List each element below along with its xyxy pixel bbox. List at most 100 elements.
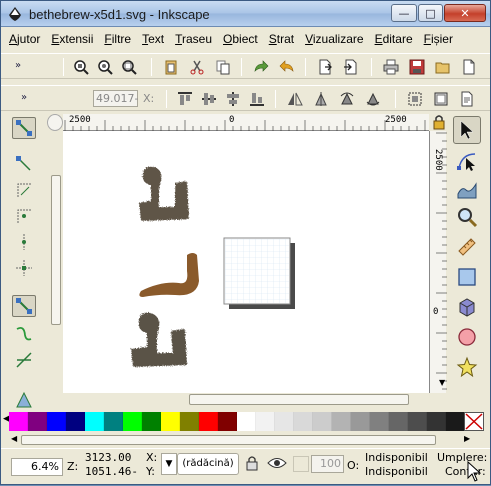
menu-ajutor[interactable]: Ajutor [9,32,40,46]
color-swatch[interactable] [237,412,256,431]
color-swatch[interactable] [218,412,237,431]
menu-filtre[interactable]: Filtre [104,32,131,46]
horizontal-scrollbar[interactable] [63,393,429,407]
print-icon[interactable] [381,57,401,77]
layer-dropdown-button[interactable]: ▼ [161,453,177,475]
color-swatch[interactable] [66,412,85,431]
color-swatch[interactable] [142,412,161,431]
color-swatch[interactable] [389,412,408,431]
color-swatch[interactable] [351,412,370,431]
star-tool-icon[interactable] [453,353,481,381]
horizontal-ruler[interactable]: 2500 0 2500 [63,114,429,131]
left-vertical-scrollbar[interactable] [49,131,63,393]
color-swatch[interactable] [294,412,313,431]
export-icon[interactable] [315,57,335,77]
layer-visibility-icon[interactable] [267,456,287,473]
palette-scrollbar[interactable]: ◀ ▶ [9,434,484,446]
snap-path-icon[interactable] [12,323,36,345]
menu-text[interactable]: Text [142,32,164,46]
selector-arrow-icon[interactable] [453,116,481,144]
minimize-button[interactable]: — [391,4,417,22]
copy-icon[interactable] [213,57,233,77]
zoom-field[interactable]: 6.4% [11,458,63,476]
zoom-selection-icon[interactable] [71,57,91,77]
menu-vizualizare[interactable]: Vizualizare [305,32,364,46]
scroll-down-icon[interactable]: ▼ [439,378,445,387]
tweak-tool-icon[interactable] [453,175,481,203]
scrollbar-thumb[interactable] [51,175,61,325]
ellipse-tool-icon[interactable] [453,323,481,351]
save-icon[interactable] [407,57,427,77]
snap-intersection-icon[interactable] [12,349,36,371]
import-icon[interactable] [341,57,361,77]
scrollbar-thumb[interactable] [21,435,436,445]
layer-selector[interactable]: (rădăcină) [177,453,239,475]
color-swatch[interactable] [180,412,199,431]
cut-icon[interactable] [187,57,207,77]
glyph-bottom[interactable] [131,312,187,367]
color-swatch[interactable] [370,412,389,431]
color-swatch[interactable] [275,412,294,431]
menu-traseu[interactable]: Traseu [175,32,212,46]
rect-tool-icon[interactable] [453,263,481,291]
measure-tool-icon[interactable] [453,233,481,261]
scroll-right-icon[interactable]: ▶ [464,434,470,443]
menu-obiect[interactable]: Obiect [223,32,258,46]
close-button[interactable]: ✕ [444,4,486,22]
node-tool-icon[interactable] [453,147,481,175]
color-swatch[interactable] [313,412,332,431]
align-center-icon[interactable] [223,89,243,109]
menu-extensii[interactable]: Extensii [51,32,93,46]
align-top-icon[interactable] [175,89,195,109]
x-coordinate-input[interactable]: 49.017- [93,90,138,107]
glyph-middle[interactable] [139,253,199,297]
maximize-button[interactable]: □ [418,4,443,22]
menu-editare[interactable]: Editare [375,32,413,46]
vertical-ruler[interactable]: 2500 0 [429,131,447,393]
snap-bbox-corner-icon[interactable] [12,205,36,227]
scrollbar-thumb[interactable] [189,394,409,405]
new-icon[interactable] [459,57,479,77]
paste-in-place-icon[interactable] [161,57,181,77]
undo-icon[interactable] [277,57,297,77]
snap-center-icon[interactable] [12,257,36,279]
color-swatch[interactable] [28,412,47,431]
snap-nodes-icon[interactable] [12,295,36,317]
toolbar-overflow-button[interactable]: » [21,92,27,103]
scroll-left-icon[interactable]: ◀ [11,434,17,443]
3dbox-tool-icon[interactable] [453,293,481,321]
flip-horizontal-icon[interactable] [285,89,305,109]
align-middle-icon[interactable] [199,89,219,109]
snap-bbox-icon[interactable] [12,153,36,175]
color-swatch[interactable] [47,412,66,431]
color-swatch[interactable] [427,412,446,431]
rotate-cw-icon[interactable] [337,89,357,109]
color-swatch[interactable] [408,412,427,431]
redo-icon[interactable] [251,57,271,77]
menu-fisier[interactable]: Fișier [424,32,453,46]
toolbar-overflow-button[interactable]: » [15,60,21,71]
color-swatch[interactable] [332,412,351,431]
align-bottom-icon[interactable] [247,89,267,109]
zoom-drawing-icon[interactable] [95,57,115,77]
document-properties-icon[interactable] [457,89,477,109]
color-swatch[interactable] [123,412,142,431]
no-paint-swatch[interactable] [464,412,484,431]
lock-guides-icon[interactable] [433,114,445,130]
color-swatch[interactable] [161,412,180,431]
zoom-page-icon[interactable] [119,57,139,77]
snap-enable-icon[interactable] [12,117,36,139]
menu-strat[interactable]: Strat [269,32,294,46]
zoom-tool-icon[interactable] [453,203,481,231]
snap-guide-icon[interactable] [12,389,36,411]
title-bar[interactable]: bethebrew-x5d1.svg - Inkscape — □ ✕ [1,1,490,27]
select-all-icon[interactable] [405,89,425,109]
rotate-ccw-icon[interactable] [363,89,383,109]
glyph-top[interactable] [139,166,189,221]
select-all-layers-icon[interactable] [431,89,451,109]
color-swatch[interactable] [256,412,275,431]
opacity-field[interactable]: 100 [311,455,344,473]
drawing-canvas[interactable] [63,131,429,393]
color-swatch[interactable] [104,412,123,431]
layer-lock-icon[interactable] [245,455,259,474]
